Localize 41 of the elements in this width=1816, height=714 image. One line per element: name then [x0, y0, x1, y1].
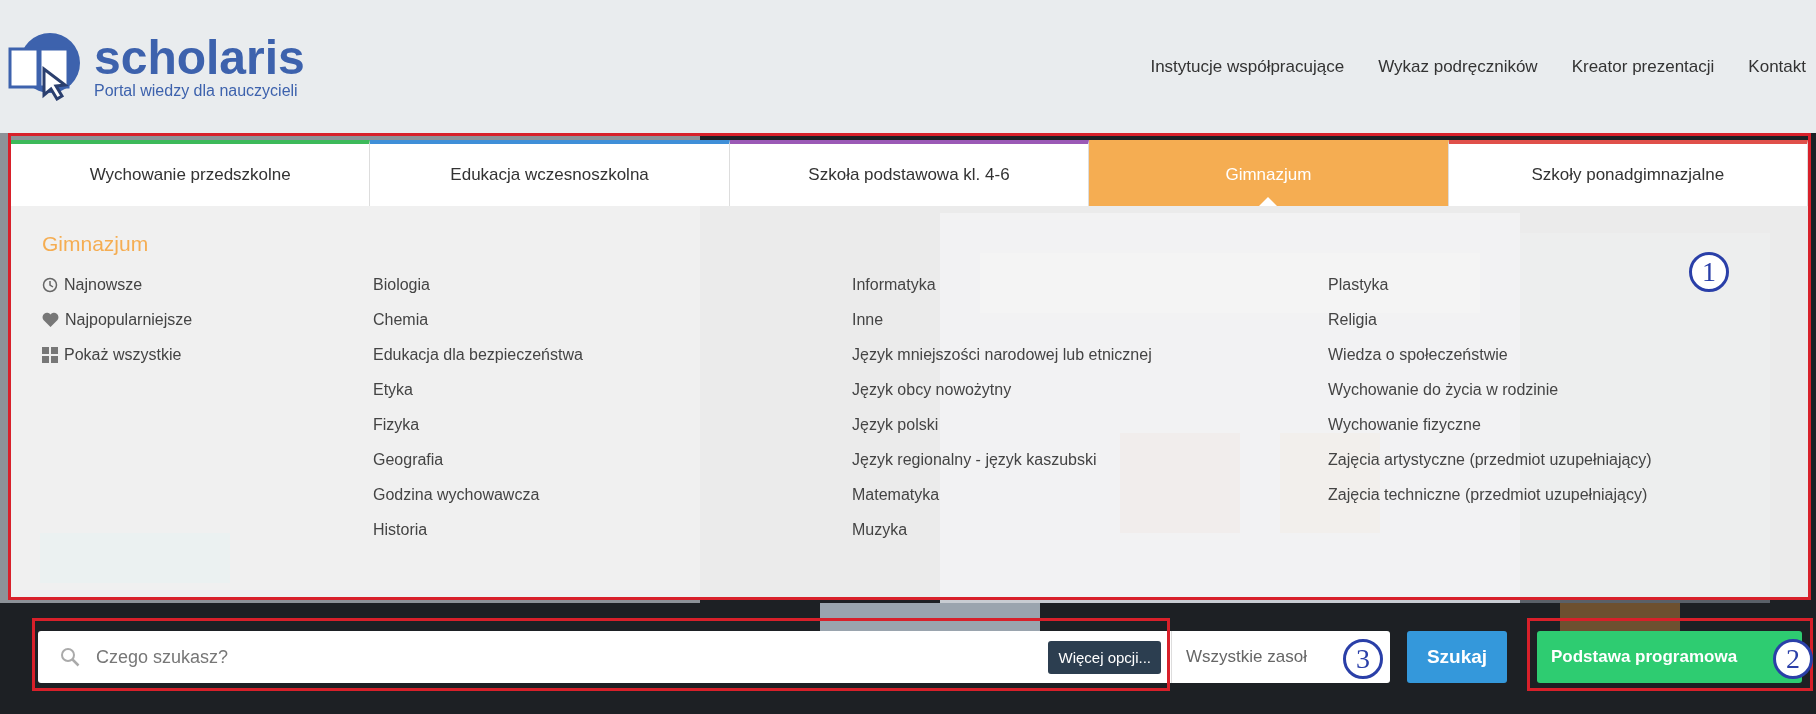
subject-link[interactable]: Etyka [373, 377, 852, 402]
logo-tagline: Portal wiedzy dla nauczycieli [94, 81, 299, 100]
subject-link[interactable]: Matematyka [852, 482, 1328, 507]
grid-icon [42, 346, 58, 363]
subject-link[interactable]: Geografia [373, 447, 852, 472]
panel-title: Gimnazjum [42, 232, 150, 256]
nav-link[interactable]: Wykaz podręczników [1378, 56, 1538, 77]
more-options-button[interactable]: Więcej opcji... [1048, 640, 1161, 674]
clock-icon [42, 276, 58, 293]
subject-link[interactable]: Fizyka [373, 412, 852, 437]
subject-link[interactable]: Język regionalny - język kaszubski [852, 447, 1328, 472]
subject-link[interactable]: Inne [852, 307, 1328, 332]
category-tab[interactable]: Szkoły ponadgimnazjalne [1448, 140, 1808, 206]
quick-link[interactable]: Pokaż wszystkie [42, 342, 373, 367]
subject-link[interactable]: Zajęcia techniczne (przedmiot uzupełniający) [1328, 482, 1778, 507]
subject-link[interactable]: Biologia [373, 272, 852, 297]
subject-link[interactable]: Informatyka [852, 272, 1328, 297]
subject-link[interactable]: Chemia [373, 307, 852, 332]
subject-link[interactable]: Zajęcia artystyczne (przedmiot uzupełniający) [1328, 447, 1778, 472]
logo-name[interactable]: scholaris [94, 33, 305, 82]
subject-link[interactable]: Język mniejszości narodowej lub etnicznej [852, 342, 1328, 367]
quick-link[interactable]: Najpopularniejsze [42, 307, 373, 332]
category-tab[interactable]: Szkoła podstawowa kl. 4-6 [729, 140, 1090, 206]
nav-link[interactable]: Instytucje współpracujące [1150, 56, 1345, 77]
subject-link[interactable]: Język polski [852, 412, 1328, 437]
subject-link[interactable]: Język obcy nowożytny [852, 377, 1328, 402]
nav-link[interactable]: Kreator prezentacji [1571, 56, 1715, 77]
category-tab[interactable]: Edukacja wczesnoszkolna [370, 140, 730, 206]
subject-link[interactable]: Wychowanie do życia w rodzinie [1328, 377, 1778, 402]
subject-link[interactable]: Wiedza o społeczeństwie [1328, 342, 1778, 367]
nav-link[interactable]: Kontakt [1748, 56, 1806, 77]
heart-icon [42, 312, 59, 327]
quick-link[interactable]: Najnowsze [42, 272, 373, 297]
subject-link[interactable]: Godzina wychowawcza [373, 482, 852, 507]
subject-link[interactable]: Wychowanie fizyczne [1328, 412, 1778, 437]
subject-link[interactable]: Muzyka [852, 517, 1328, 542]
subject-link[interactable]: Historia [373, 517, 852, 542]
subject-link[interactable]: Religia [1328, 307, 1778, 332]
search-icon [60, 647, 80, 667]
subject-link[interactable]: Edukacja dla bezpieczeństwa [373, 342, 852, 367]
category-tab[interactable]: Wychowanie przedszkolne [11, 140, 371, 206]
